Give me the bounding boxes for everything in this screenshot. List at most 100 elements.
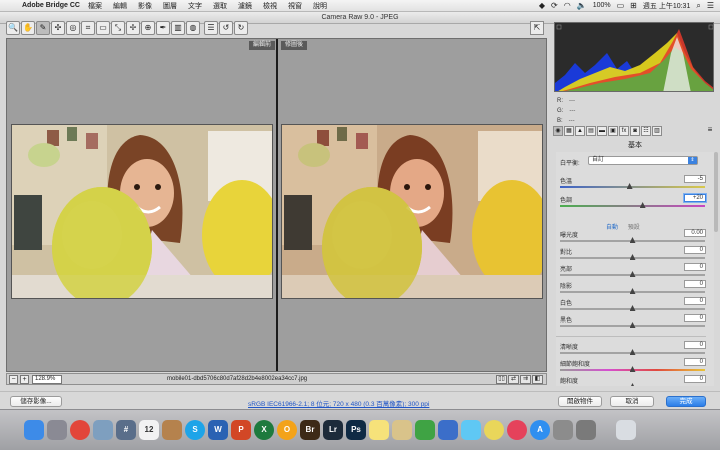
tint-slider[interactable] — [560, 202, 705, 208]
targeted-adjustment-tool-icon[interactable]: ◎ — [66, 21, 80, 35]
volume-icon[interactable]: 🔈 — [577, 1, 587, 10]
battery-percent[interactable]: 100% — [593, 2, 611, 9]
rotate-cw-tool-icon[interactable]: ↻ — [234, 21, 248, 35]
copy-settings-icon[interactable]: ⇉ — [520, 374, 531, 384]
split-toning-tab-icon[interactable]: ▬ — [597, 126, 607, 136]
contrast-input[interactable]: 0 — [684, 246, 706, 254]
temperature-input[interactable]: -5 — [684, 175, 706, 183]
app-store-icon[interactable]: A — [530, 420, 550, 440]
saturation-input[interactable]: 0 — [684, 375, 706, 383]
chrome-icon[interactable] — [70, 420, 90, 440]
menu-view[interactable]: 檢視 — [263, 1, 277, 11]
basic-tab-icon[interactable]: ◉ — [553, 126, 563, 136]
radial-filter-tool-icon[interactable]: ◍ — [186, 21, 200, 35]
camera-calibration-tab-icon[interactable]: ◙ — [630, 126, 640, 136]
menu-file[interactable]: 檔案 — [88, 1, 102, 11]
clarity-slider[interactable] — [560, 349, 705, 355]
crop-tool-icon[interactable]: ⌗ — [81, 21, 95, 35]
app-menu[interactable]: Adobe Bridge CC — [22, 2, 80, 9]
temperature-slider[interactable] — [560, 183, 705, 189]
skype-icon[interactable]: S — [185, 420, 205, 440]
shadows-slider-thumb[interactable] — [629, 288, 636, 294]
whites-input[interactable]: 0 — [684, 297, 706, 305]
white-balance-tool-icon[interactable]: ✎ — [36, 21, 50, 35]
preferences-tool-icon[interactable]: ☰ — [204, 21, 218, 35]
trash-icon[interactable] — [616, 420, 636, 440]
open-object-button[interactable]: 開啟物件 — [558, 396, 602, 407]
graduated-filter-tool-icon[interactable]: ▥ — [171, 21, 185, 35]
input-source-icon[interactable]: ⊞ — [630, 1, 637, 10]
hand-tool-icon[interactable]: ✋ — [21, 21, 35, 35]
shadows-input[interactable]: 0 — [684, 280, 706, 288]
hsl-tab-icon[interactable]: ▤ — [586, 126, 596, 136]
blacks-input[interactable]: 0 — [684, 314, 706, 322]
straighten-tool-icon[interactable]: ▭ — [96, 21, 110, 35]
fullscreen-toggle-icon[interactable]: ⇱ — [530, 21, 544, 35]
highlights-input[interactable]: 0 — [684, 263, 706, 271]
menu-filter[interactable]: 濾鏡 — [238, 1, 252, 11]
contacts-icon[interactable] — [162, 420, 182, 440]
vibrance-slider-thumb[interactable] — [629, 366, 636, 372]
spot-removal-tool-icon[interactable]: ✢ — [126, 21, 140, 35]
spotlight-icon[interactable]: ⌕ — [696, 1, 700, 11]
photos-icon[interactable] — [484, 420, 504, 440]
toggle-settings-icon[interactable]: ◧ — [532, 374, 543, 384]
transform-tool-icon[interactable]: ⤡ — [111, 21, 125, 35]
tint-input[interactable]: +20 — [684, 194, 706, 202]
word-icon[interactable]: W — [208, 420, 228, 440]
wifi-icon[interactable]: ◠ — [564, 1, 571, 10]
detail-tab-icon[interactable]: ▲ — [575, 126, 585, 136]
vibrance-input[interactable]: 0 — [684, 358, 706, 366]
done-button[interactable]: 完成 — [666, 396, 706, 407]
menu-help[interactable]: 說明 — [313, 1, 327, 11]
exposure-slider-thumb[interactable] — [629, 237, 636, 243]
default-link[interactable]: 預設 — [628, 225, 640, 231]
contrast-slider[interactable] — [560, 254, 705, 260]
before-photo[interactable] — [11, 124, 273, 299]
workflow-options-link[interactable]: sRGB IEC61966-2.1; 8 位元; 720 x 480 (0.3 … — [248, 398, 429, 408]
temperature-slider-thumb[interactable] — [626, 183, 633, 189]
exposure-slider[interactable] — [560, 237, 705, 243]
messages-icon[interactable] — [461, 420, 481, 440]
cancel-button[interactable]: 取消 — [610, 396, 654, 407]
excel-icon[interactable]: X — [254, 420, 274, 440]
saturation-slider-thumb[interactable] — [629, 383, 636, 386]
dropbox-icon[interactable]: ◆ — [539, 1, 545, 10]
zoom-level-select[interactable]: 128.9% — [32, 374, 62, 384]
rotate-ccw-tool-icon[interactable]: ↺ — [219, 21, 233, 35]
image-preview[interactable]: 編輯前 修圖後 — [6, 38, 547, 372]
tint-slider-thumb[interactable] — [639, 202, 646, 208]
menu-type[interactable]: 文字 — [188, 1, 202, 11]
menu-edit[interactable]: 編輯 — [113, 1, 127, 11]
launchpad-icon[interactable] — [47, 420, 67, 440]
textwrangler-icon[interactable]: # — [116, 420, 136, 440]
effects-tab-icon[interactable]: fx — [619, 126, 629, 136]
menu-window[interactable]: 視窗 — [288, 1, 302, 11]
menu-select[interactable]: 選取 — [213, 1, 227, 11]
sync-icon[interactable]: ⟳ — [551, 1, 558, 10]
zoom-out-button[interactable]: − — [9, 374, 18, 384]
after-photo[interactable] — [281, 124, 543, 299]
white-balance-select[interactable]: 自訂 ⇕ — [588, 156, 698, 165]
zoom-tool-icon[interactable]: 🔍 — [6, 21, 20, 35]
bridge-icon[interactable]: Br — [300, 420, 320, 440]
vibrance-slider[interactable] — [560, 366, 705, 372]
notification-center-icon[interactable]: ☰ — [707, 1, 714, 10]
itunes-icon[interactable] — [507, 420, 527, 440]
menu-layer[interactable]: 圖層 — [163, 1, 177, 11]
panel-menu-icon[interactable]: ≡ — [705, 126, 715, 136]
clarity-slider-thumb[interactable] — [629, 349, 636, 355]
stickies-icon[interactable] — [392, 420, 412, 440]
auto-link[interactable]: 自動 — [606, 225, 618, 231]
lens-corrections-tab-icon[interactable]: ▣ — [608, 126, 618, 136]
clarity-input[interactable]: 0 — [684, 341, 706, 349]
blacks-slider-thumb[interactable] — [629, 322, 636, 328]
presets-tab-icon[interactable]: ☷ — [641, 126, 651, 136]
save-image-button[interactable]: 儲存影像... — [10, 396, 62, 407]
color-sampler-tool-icon[interactable]: ✣ — [51, 21, 65, 35]
highlights-slider[interactable] — [560, 271, 705, 277]
terminal-icon[interactable] — [553, 420, 573, 440]
whites-slider-thumb[interactable] — [629, 305, 636, 311]
adjustment-brush-tool-icon[interactable]: ✒ — [156, 21, 170, 35]
panel-scrollbar[interactable] — [714, 152, 718, 232]
